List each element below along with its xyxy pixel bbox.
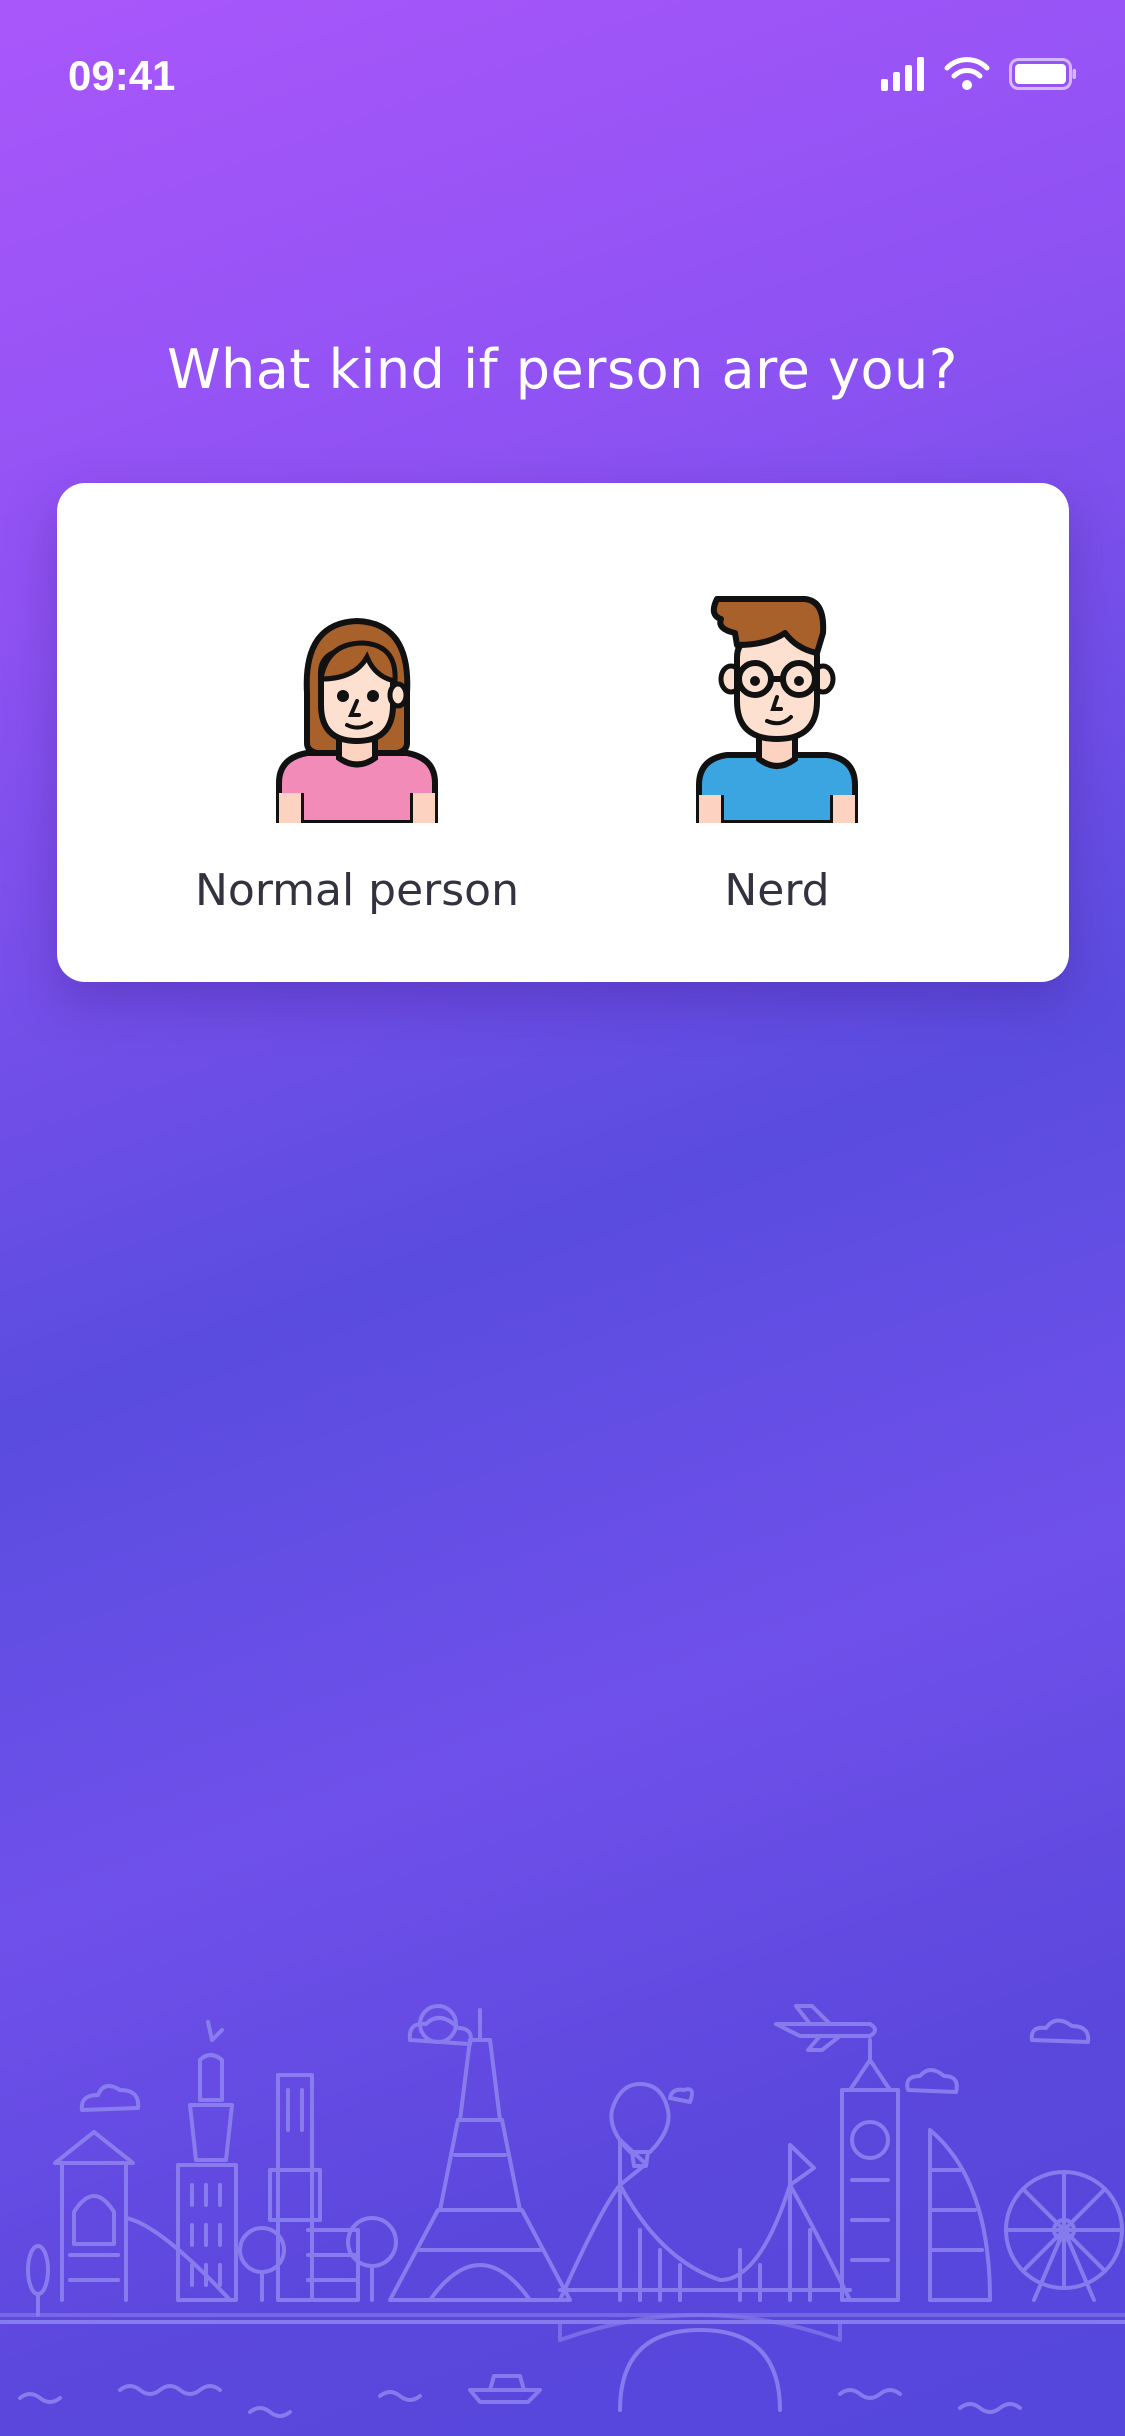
city-skyline-illustration bbox=[0, 2004, 1125, 2418]
option-nerd[interactable]: Nerd bbox=[567, 483, 987, 982]
wifi-icon bbox=[944, 57, 990, 90]
option-normal-person[interactable]: Normal person bbox=[147, 483, 567, 982]
status-icons bbox=[881, 56, 1077, 92]
nerd-avatar-icon bbox=[696, 596, 858, 823]
signal-icon bbox=[881, 57, 925, 91]
option-label-nerd: Nerd bbox=[724, 865, 830, 916]
status-time: 09:41 bbox=[68, 52, 176, 99]
battery-icon bbox=[1009, 58, 1076, 90]
status-bar: 09:41 bbox=[0, 0, 1125, 150]
person-type-card: Normal person Nerd bbox=[57, 483, 1069, 982]
woman-avatar-icon bbox=[276, 617, 438, 823]
question-heading: What kind if person are you? bbox=[167, 338, 958, 401]
option-label-normal: Normal person bbox=[194, 865, 519, 916]
